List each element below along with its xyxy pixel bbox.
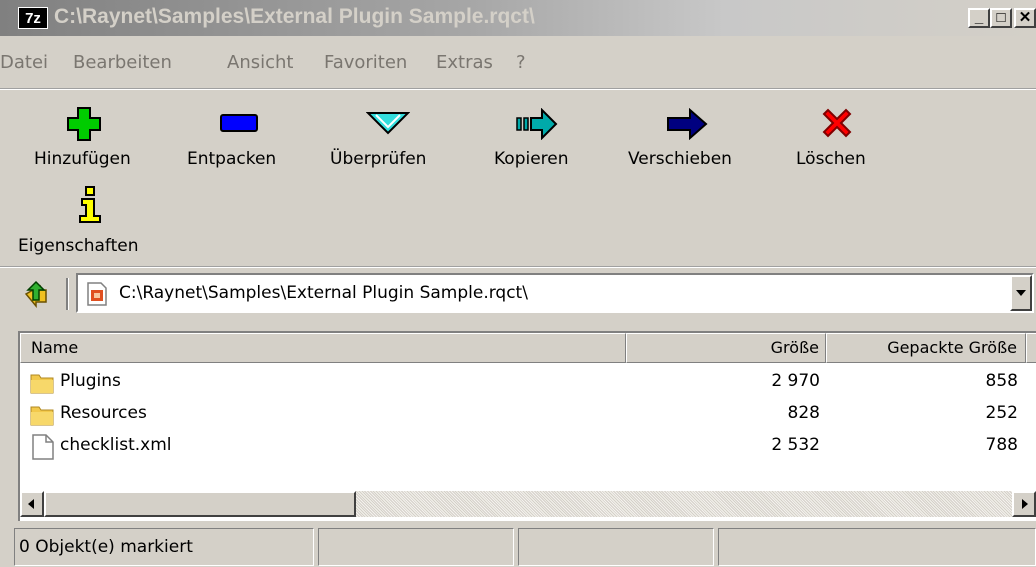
copy-arrow-icon	[516, 108, 558, 140]
scroll-left-button[interactable]	[20, 491, 44, 517]
properties-button-label: Eigenschaften	[18, 236, 139, 256]
scroll-right-button[interactable]	[1012, 491, 1036, 517]
test-check-icon	[366, 112, 410, 135]
menu-separator	[0, 88, 1036, 90]
file-row[interactable]: checklist.xml 2 532 788	[20, 431, 1036, 463]
arrow-left-icon	[28, 499, 34, 509]
status-panel-2	[318, 528, 514, 566]
folder-up-icon[interactable]	[22, 280, 50, 308]
copy-button-label: Kopieren	[494, 149, 569, 169]
extract-minus-icon	[220, 114, 258, 132]
scroll-thumb[interactable]	[44, 491, 356, 517]
add-plus-icon	[67, 107, 101, 141]
menu-help[interactable]: ?	[516, 52, 526, 73]
file-icon	[32, 434, 54, 460]
menu-extras[interactable]: Extras	[436, 52, 493, 73]
delete-button-label: Löschen	[796, 149, 866, 169]
address-path[interactable]: C:\Raynet\Samples\External Plugin Sample…	[119, 283, 528, 303]
file-packed-size: 858	[985, 371, 1018, 391]
file-name: checklist.xml	[60, 435, 172, 455]
file-packed-size: 788	[985, 435, 1018, 455]
extract-button-label: Entpacken	[187, 149, 277, 169]
column-header-name[interactable]: Name	[20, 333, 626, 363]
status-panel-4	[718, 528, 1036, 566]
horizontal-scrollbar[interactable]	[20, 487, 1036, 521]
archive-file-icon	[87, 282, 107, 306]
file-size: 2 532	[771, 435, 820, 455]
test-button-label: Überprüfen	[330, 149, 427, 169]
file-name: Resources	[60, 403, 147, 423]
menu-bearbeiten[interactable]: Bearbeiten	[73, 52, 172, 73]
scroll-track[interactable]	[356, 491, 1012, 517]
toolbar-separator	[0, 266, 1036, 268]
file-size: 2 970	[771, 371, 820, 391]
arrow-right-icon	[1022, 499, 1028, 509]
folder-icon	[30, 406, 54, 426]
menu-datei[interactable]: Datei	[0, 52, 48, 73]
close-button[interactable]: ✕	[1014, 8, 1036, 28]
title-bar: 7z C:\Raynet\Samples\External Plugin Sam…	[0, 0, 1036, 36]
move-arrow-icon	[667, 108, 708, 140]
chevron-down-icon	[1016, 290, 1026, 296]
window-title: C:\Raynet\Samples\External Plugin Sample…	[54, 5, 535, 28]
menu-bar: Datei Bearbeiten Ansicht Favoriten Extra…	[0, 48, 1036, 76]
address-combobox[interactable]: C:\Raynet\Samples\External Plugin Sample…	[76, 273, 1034, 313]
file-size: 828	[787, 403, 820, 423]
file-row[interactable]: Resources 828 252	[20, 399, 1036, 431]
file-list[interactable]: Name Größe Gepackte Größe Plugins 2 970 …	[18, 331, 1036, 521]
address-grip	[66, 278, 69, 310]
move-button-label: Verschieben	[628, 149, 732, 169]
column-header-packed-size[interactable]: Gepackte Größe	[826, 333, 1026, 363]
info-i-icon	[79, 186, 101, 223]
status-selected: 0 Objekt(e) markiert	[14, 528, 314, 566]
column-header-size[interactable]: Größe	[626, 333, 826, 363]
maximize-button[interactable]: □	[990, 8, 1012, 28]
column-header-filler	[1026, 333, 1036, 363]
delete-x-icon	[822, 108, 852, 138]
app-7zip-icon[interactable]: 7z	[18, 7, 48, 29]
file-packed-size: 252	[985, 403, 1018, 423]
file-name: Plugins	[60, 371, 121, 391]
menu-ansicht[interactable]: Ansicht	[227, 52, 293, 73]
status-panel-3	[518, 528, 714, 566]
add-button-label: Hinzufügen	[34, 149, 131, 169]
address-dropdown-button[interactable]	[1010, 275, 1032, 311]
folder-icon	[30, 374, 54, 394]
file-row[interactable]: Plugins 2 970 858	[20, 367, 1036, 399]
menu-favoriten[interactable]: Favoriten	[324, 52, 407, 73]
minimize-button[interactable]: _	[968, 8, 990, 28]
